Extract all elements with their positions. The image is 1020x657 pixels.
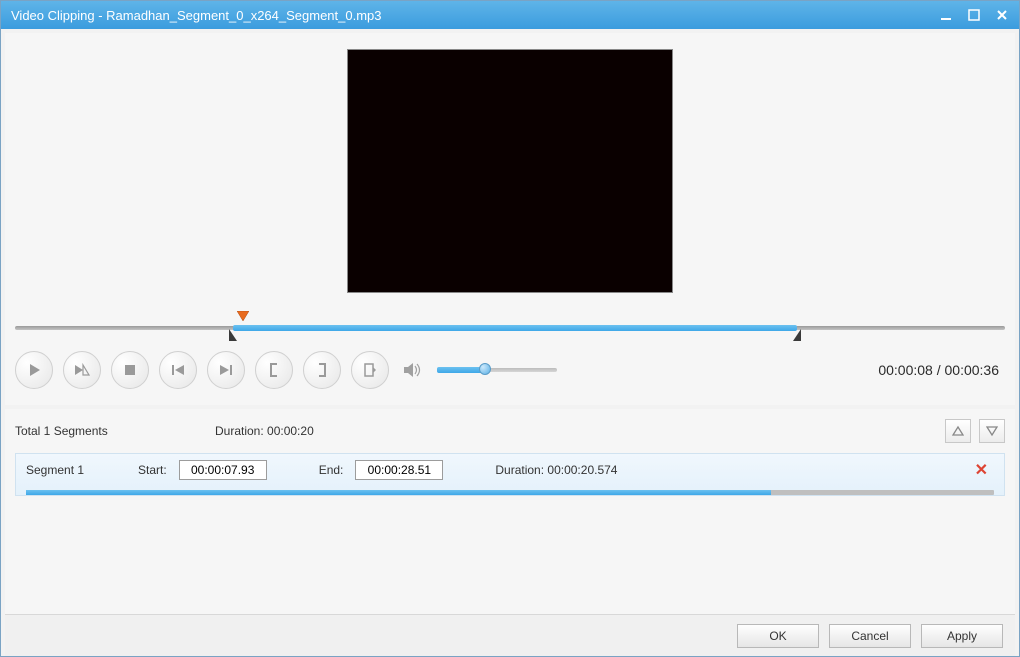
window-controls [933, 5, 1015, 25]
segment-row[interactable]: Segment 1 Start: End: Duration: 00:00:20… [15, 453, 1005, 496]
volume-icon[interactable] [403, 362, 423, 378]
apply-button[interactable]: Apply [921, 624, 1003, 648]
segment-end-label: End: [319, 463, 344, 477]
preview-area: 00:00:08 / 00:00:36 [5, 33, 1015, 405]
stop-button[interactable] [111, 351, 149, 389]
segment-start-input[interactable] [179, 460, 267, 480]
segment-name: Segment 1 [26, 463, 126, 477]
window-title: Video Clipping - Ramadhan_Segment_0_x264… [11, 8, 933, 23]
content-area: 00:00:08 / 00:00:36 Total 1 Segments Dur… [1, 29, 1019, 656]
close-button[interactable] [989, 5, 1015, 25]
segment-end-input[interactable] [355, 460, 443, 480]
trim-start-handle[interactable] [229, 329, 237, 341]
minimize-button[interactable] [933, 5, 959, 25]
time-separator: / [933, 362, 945, 378]
total-time: 00:00:36 [945, 362, 1000, 378]
volume-thumb[interactable] [479, 363, 491, 375]
volume-slider[interactable] [437, 368, 557, 372]
move-up-button[interactable] [945, 419, 971, 443]
ok-button[interactable]: OK [737, 624, 819, 648]
time-display: 00:00:08 / 00:00:36 [878, 362, 999, 378]
delete-segment-button[interactable]: ✕ [975, 460, 988, 480]
segments-total-label: Total 1 Segments [15, 424, 215, 438]
segment-start-label: Start: [138, 463, 167, 477]
segment-duration-label: Duration: 00:00:20.574 [495, 463, 617, 477]
play-button[interactable] [15, 351, 53, 389]
trim-end-handle[interactable] [793, 329, 801, 341]
video-preview[interactable] [347, 49, 673, 293]
play-selection-button[interactable] [63, 351, 101, 389]
maximize-button[interactable] [961, 5, 987, 25]
segments-panel: Total 1 Segments Duration: 00:00:20 Segm… [5, 409, 1015, 614]
titlebar[interactable]: Video Clipping - Ramadhan_Segment_0_x264… [1, 1, 1019, 29]
add-segment-button[interactable] [351, 351, 389, 389]
volume-fill [437, 367, 485, 373]
window: Video Clipping - Ramadhan_Segment_0_x264… [0, 0, 1020, 657]
prev-frame-button[interactable] [159, 351, 197, 389]
set-end-button[interactable] [303, 351, 341, 389]
segment-progress-fill [26, 490, 771, 495]
current-time: 00:00:08 [878, 362, 933, 378]
segment-order-controls [945, 419, 1005, 443]
cancel-button[interactable]: Cancel [829, 624, 911, 648]
next-frame-button[interactable] [207, 351, 245, 389]
move-down-button[interactable] [979, 419, 1005, 443]
segment-progress-track[interactable] [26, 490, 994, 495]
segments-duration-label: Duration: 00:00:20 [215, 424, 314, 438]
dialog-footer: OK Cancel Apply [5, 614, 1015, 656]
timeline[interactable] [15, 321, 1005, 335]
playback-controls: 00:00:08 / 00:00:36 [15, 351, 1005, 399]
segments-header: Total 1 Segments Duration: 00:00:20 [15, 419, 1005, 443]
playhead-marker[interactable] [237, 311, 249, 321]
set-start-button[interactable] [255, 351, 293, 389]
timeline-selection[interactable] [233, 325, 797, 331]
